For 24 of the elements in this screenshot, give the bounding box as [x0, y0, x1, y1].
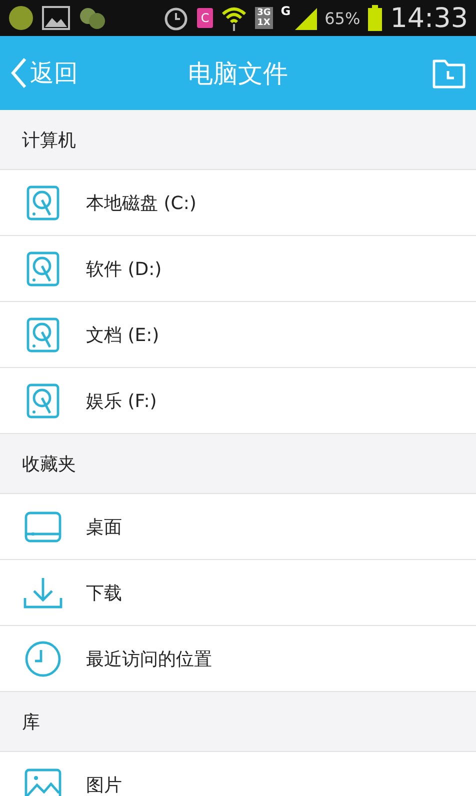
- hard-drive-icon: [26, 250, 60, 286]
- section-header: 收藏夹: [22, 452, 76, 476]
- battery-icon: [368, 5, 382, 31]
- download-icon: [23, 576, 63, 610]
- hard-drive-icon: [26, 382, 60, 418]
- chevron-icon: [10, 57, 28, 89]
- alarm-icon: [163, 5, 190, 31]
- hard-drive-icon: [26, 316, 60, 352]
- clock-icon: [24, 640, 62, 678]
- clock-time: 14:33: [390, 2, 468, 34]
- carrier-type: G: [280, 4, 291, 18]
- network-type: 3G 1X: [255, 7, 273, 29]
- notification-badge: C: [197, 8, 214, 28]
- monitor-icon: [24, 510, 62, 542]
- hard-drive-icon: [26, 184, 60, 220]
- wifi-icon: [221, 5, 248, 31]
- signal-icon: [292, 6, 317, 30]
- section-header: 计算机: [22, 128, 76, 152]
- image-icon: [24, 768, 62, 796]
- page-title: 电脑文件: [187, 58, 289, 90]
- battery-percent: 65%: [324, 8, 360, 28]
- gallery-icon: [42, 6, 70, 30]
- folder-icon[interactable]: [432, 57, 466, 89]
- section-header: 库: [22, 710, 40, 734]
